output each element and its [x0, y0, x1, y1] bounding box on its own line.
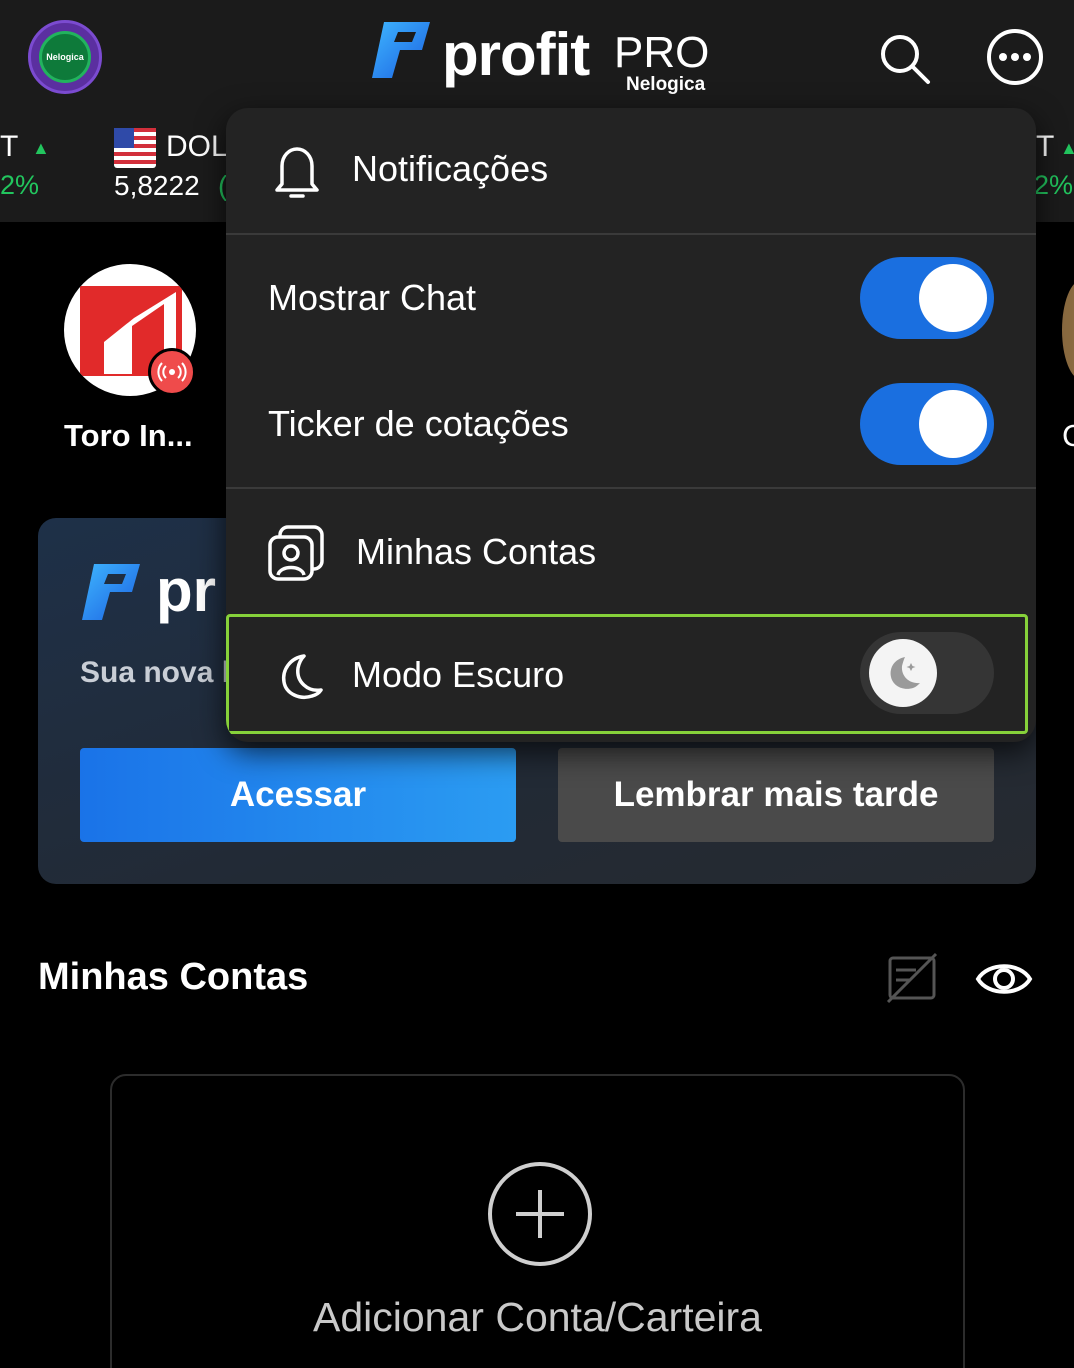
avatar-text: Nelogica [46, 52, 84, 62]
menu-label-ticker: Ticker de cotações [268, 403, 569, 444]
toggle-knob [919, 390, 987, 458]
dark-mode-highlight [226, 614, 1028, 734]
menu-item-show-chat[interactable]: Mostrar Chat [226, 235, 1036, 361]
app-logo: profit PRO Nelogica [370, 16, 720, 100]
live-icon [157, 362, 187, 382]
remind-later-button[interactable]: Lembrar mais tarde [558, 748, 994, 842]
search-button[interactable] [876, 30, 932, 86]
add-account-card[interactable]: Adicionar Conta/Carteira [110, 1074, 965, 1368]
menu-label-notifications: Notificações [352, 148, 549, 189]
toggle-knob [919, 264, 987, 332]
user-avatar[interactable]: Nelogica [28, 20, 102, 94]
ticker-dol-symbol: DOL [166, 130, 228, 163]
bell-icon [275, 147, 319, 198]
up-arrow-icon: ▲ [1060, 138, 1074, 158]
show-chat-toggle[interactable] [860, 257, 994, 339]
logo-mark-icon [372, 22, 430, 78]
app-screen: Nelogica profit PRO Nelogica T ▲ 2% DOL … [0, 0, 1074, 1368]
ticker-toggle[interactable] [860, 383, 994, 465]
hide-values-button[interactable] [884, 950, 940, 1006]
ticker-dol-value: 5,8222 [114, 170, 200, 201]
promo-logo-icon [82, 564, 140, 620]
us-flag-icon [114, 128, 156, 168]
story-label-toro: Toro In... [64, 418, 193, 453]
story-avatar-partial[interactable] [1062, 280, 1074, 380]
live-badge [148, 348, 196, 396]
logo-brand-text: profit [442, 21, 590, 88]
show-values-button[interactable] [974, 952, 1034, 1006]
promo-logo-text: pr [156, 557, 216, 624]
menu-label-show-chat: Mostrar Chat [268, 277, 477, 318]
search-icon [881, 35, 930, 84]
options-menu: Notificações Mostrar Chat Ticker de cota… [226, 108, 1036, 742]
accounts-icon [268, 525, 324, 581]
menu-item-ticker[interactable]: Ticker de cotações [226, 361, 1036, 487]
app-header: Nelogica profit PRO Nelogica [0, 0, 1074, 110]
more-options-button[interactable] [986, 28, 1044, 86]
logo-suffix-text: PRO [614, 28, 710, 77]
ticker-right-change: 2% [1034, 170, 1074, 200]
promo-text: Sua nova l [80, 656, 231, 689]
menu-label-my-accounts: Minhas Contas [356, 531, 597, 572]
ticker-left-symbol: T [0, 130, 19, 163]
access-button[interactable]: Acessar [80, 748, 516, 842]
up-arrow-icon: ▲ [32, 138, 50, 158]
ticker-right-symbol: T [1036, 130, 1055, 163]
eye-icon [975, 964, 1033, 994]
add-icon [488, 1162, 592, 1266]
more-icon [987, 29, 1043, 85]
accounts-section-title: Minhas Contas [38, 956, 309, 998]
avatar-badge: Nelogica [39, 31, 91, 83]
menu-item-notifications[interactable]: Notificações [226, 108, 1036, 234]
ticker-left-change: 2% [0, 170, 40, 200]
hide-values-icon [886, 952, 938, 1004]
logo-sub-text: Nelogica [626, 74, 706, 95]
story-label-partial: C [1062, 418, 1074, 453]
add-account-label: Adicionar Conta/Carteira [313, 1294, 762, 1340]
menu-item-my-accounts[interactable]: Minhas Contas [226, 489, 1036, 613]
